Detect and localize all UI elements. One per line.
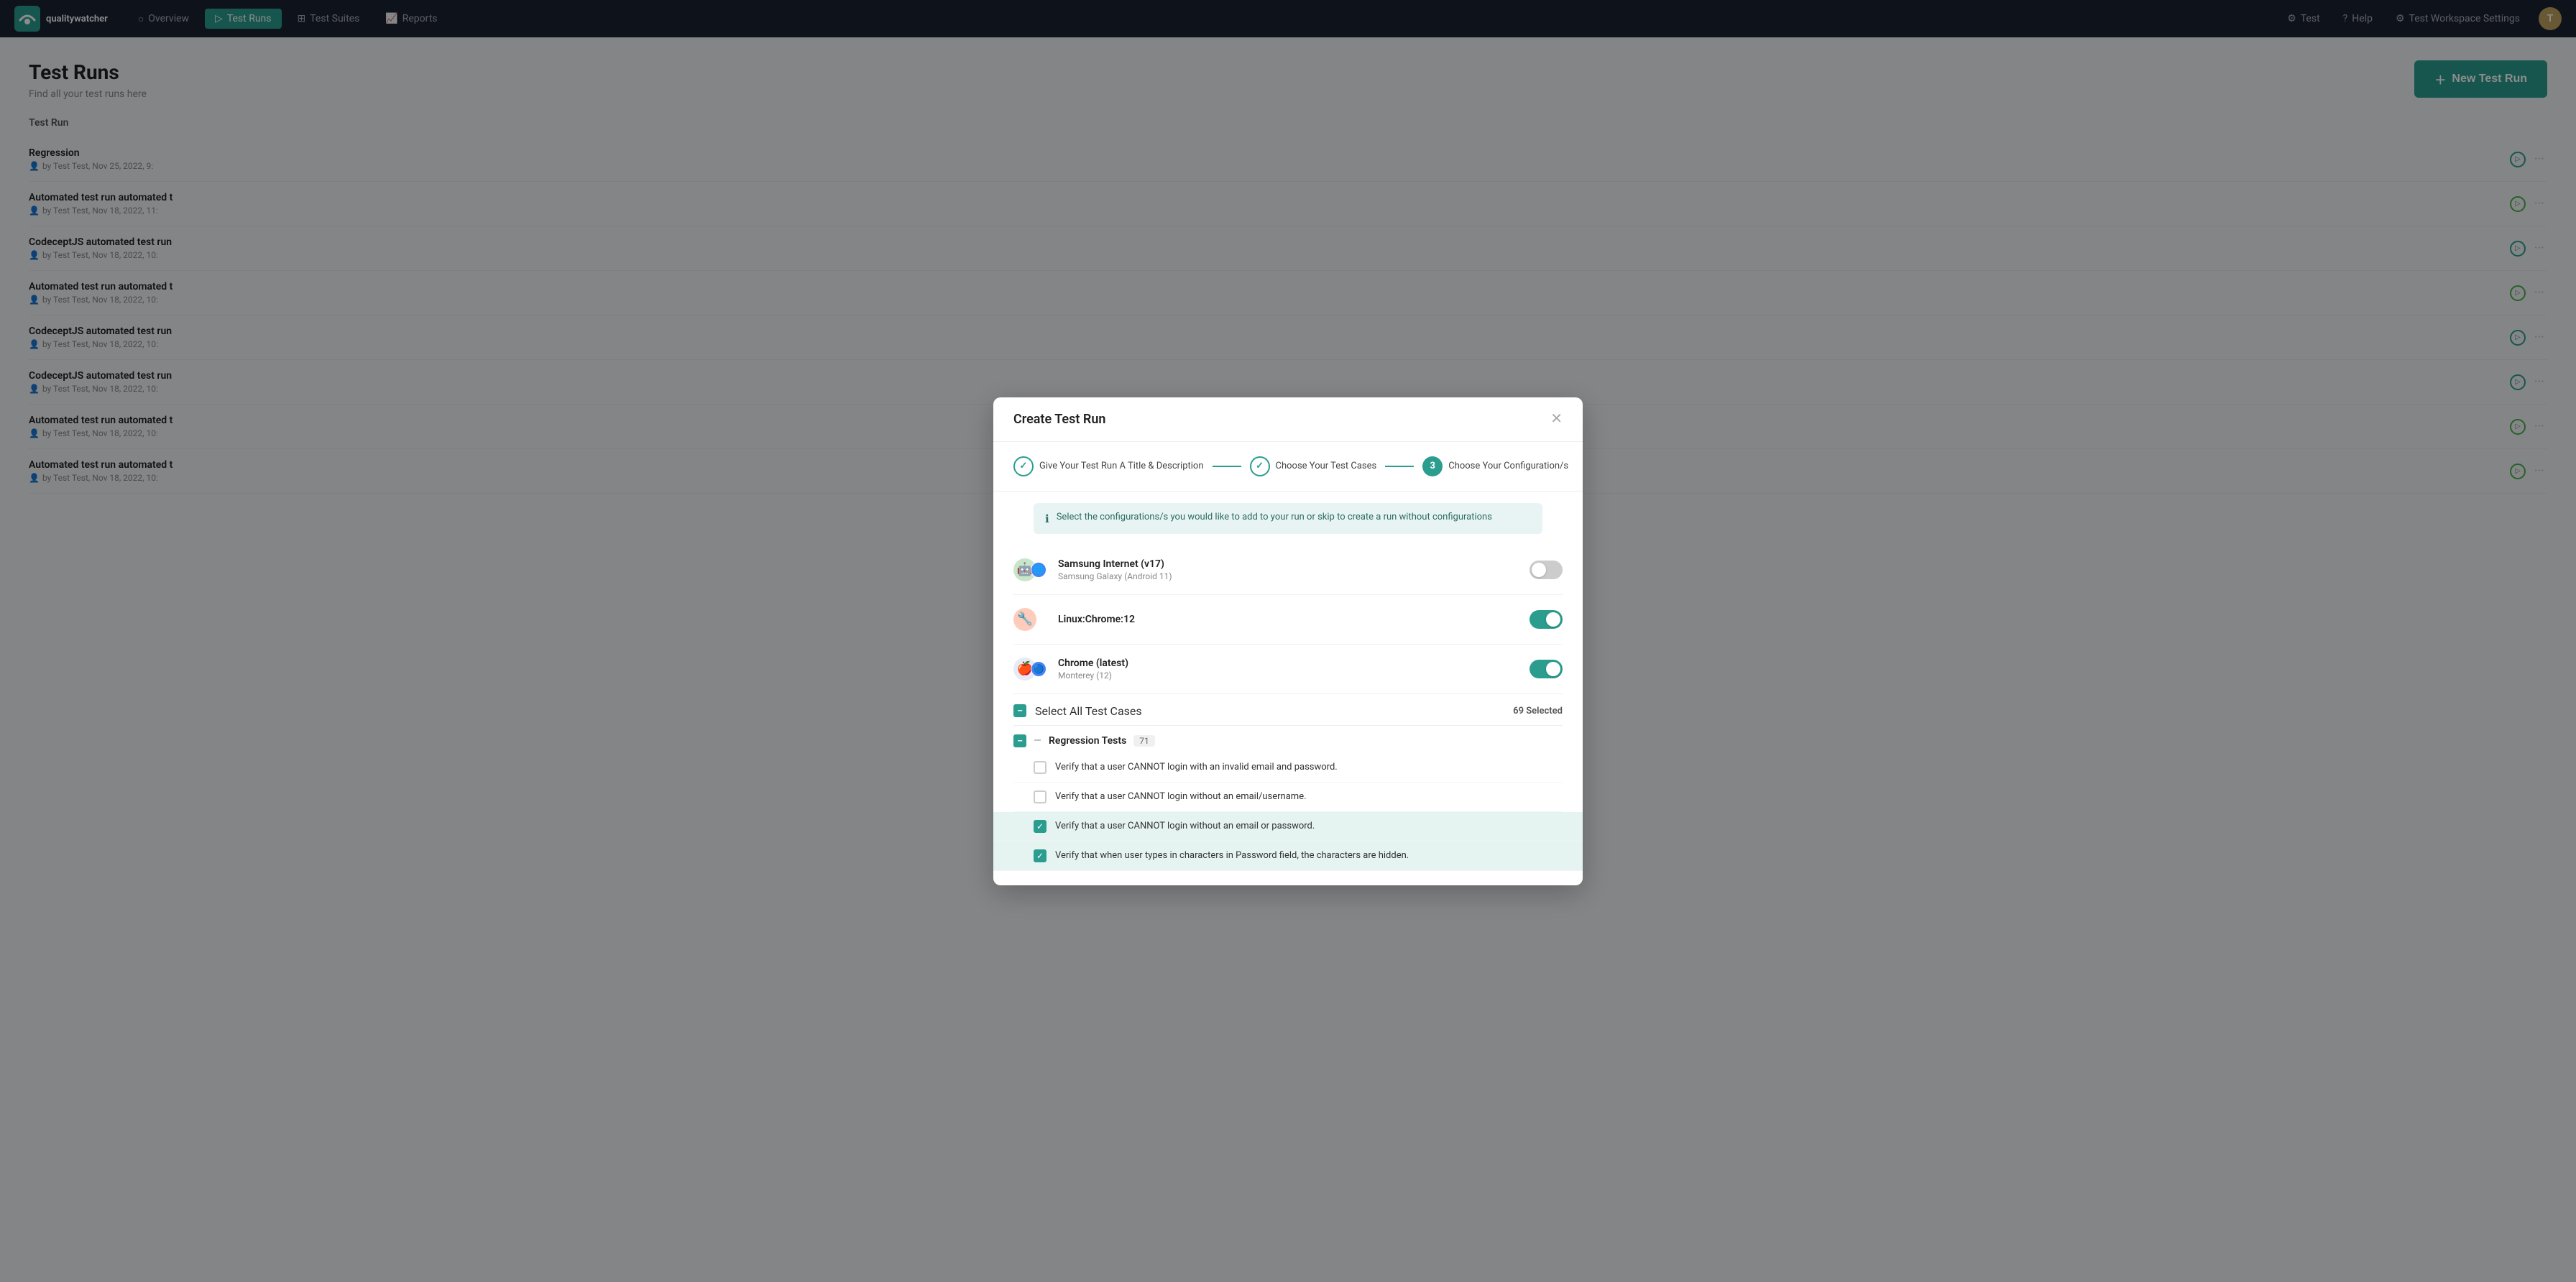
modal-header: Create Test Run ✕ bbox=[993, 397, 1583, 442]
select-all-row: – Select All Test Cases 69 Selected bbox=[1013, 694, 1563, 726]
group-checkbox[interactable]: – bbox=[1013, 734, 1026, 747]
config-icon-sub: 🔵 bbox=[1031, 661, 1046, 677]
modal-body: ℹ Select the configurations/s you would … bbox=[993, 492, 1583, 885]
step-1-label: Give Your Test Run A Title & Description bbox=[1039, 461, 1204, 471]
config-name: Chrome (latest) bbox=[1058, 658, 1519, 669]
config-toggle[interactable] bbox=[1530, 610, 1563, 629]
config-toggle[interactable] bbox=[1530, 660, 1563, 678]
config-name: Samsung Internet (v17) bbox=[1058, 558, 1519, 570]
step-2-label: Choose Your Test Cases bbox=[1276, 461, 1377, 471]
info-icon: ℹ bbox=[1045, 512, 1049, 525]
config-icon-main: 🔧 bbox=[1013, 608, 1036, 631]
config-icons: 🍎 🔵 bbox=[1013, 658, 1048, 681]
step-1: ✓ Give Your Test Run A Title & Descripti… bbox=[1013, 456, 1204, 476]
test-case-text: Verify that when user types in character… bbox=[1055, 850, 1409, 861]
test-case-row[interactable]: ✓ Verify that a user CANNOT login withou… bbox=[993, 812, 1583, 841]
test-case-row[interactable]: ✓ Verify that when user types in charact… bbox=[993, 841, 1583, 871]
test-case-checkbox[interactable]: ✓ bbox=[1034, 849, 1046, 862]
collapse-icon[interactable]: — bbox=[1034, 735, 1041, 747]
config-icons: 🤖 🌐 bbox=[1013, 558, 1048, 581]
step-3: 3 Choose Your Configuration/s bbox=[1422, 456, 1568, 476]
config-item: 🍎 🔵 Chrome (latest) Monterey (12) bbox=[1013, 645, 1563, 694]
test-groups: – — Regression Tests 71 Verify that a us… bbox=[1013, 726, 1563, 871]
config-info: Chrome (latest) Monterey (12) bbox=[1058, 658, 1519, 681]
step-connector-1 bbox=[1213, 466, 1241, 467]
selected-count: 69 Selected bbox=[1513, 706, 1563, 716]
modal-title: Create Test Run bbox=[1013, 412, 1105, 427]
test-case-text: Verify that a user CANNOT login without … bbox=[1055, 791, 1307, 802]
test-case-row[interactable]: Verify that a user CANNOT login without … bbox=[1013, 783, 1563, 812]
config-info: Samsung Internet (v17) Samsung Galaxy (A… bbox=[1058, 558, 1519, 581]
config-item: 🤖 🌐 Samsung Internet (v17) Samsung Galax… bbox=[1013, 545, 1563, 595]
test-case-text: Verify that a user CANNOT login without … bbox=[1055, 821, 1315, 831]
step-2-circle: ✓ bbox=[1250, 456, 1270, 476]
test-case-checkbox[interactable] bbox=[1034, 761, 1046, 774]
toggle-slider bbox=[1530, 660, 1563, 678]
test-case-row[interactable]: Verify that a user CANNOT login with an … bbox=[1013, 753, 1563, 783]
group-count: 71 bbox=[1133, 735, 1155, 747]
select-all-label: Select All Test Cases bbox=[1035, 704, 1142, 718]
config-name: Linux:Chrome:12 bbox=[1058, 614, 1519, 625]
stepper: ✓ Give Your Test Run A Title & Descripti… bbox=[993, 442, 1583, 492]
toggle-slider bbox=[1530, 561, 1563, 579]
test-case-checkbox[interactable] bbox=[1034, 790, 1046, 803]
step-connector-2 bbox=[1385, 466, 1414, 467]
config-sub: Monterey (12) bbox=[1058, 670, 1519, 681]
config-item: 🔧 Linux:Chrome:12 bbox=[1013, 595, 1563, 645]
step-3-label: Choose Your Configuration/s bbox=[1448, 461, 1568, 471]
config-toggle[interactable] bbox=[1530, 561, 1563, 579]
select-all-checkbox[interactable]: – bbox=[1013, 704, 1026, 717]
modal-overlay[interactable]: Create Test Run ✕ ✓ Give Your Test Run A… bbox=[0, 0, 2576, 1282]
info-text: Select the configurations/s you would li… bbox=[1057, 512, 1492, 522]
config-info: Linux:Chrome:12 bbox=[1058, 614, 1519, 625]
create-test-run-modal: Create Test Run ✕ ✓ Give Your Test Run A… bbox=[993, 397, 1583, 885]
step-3-circle: 3 bbox=[1422, 456, 1443, 476]
test-case-text: Verify that a user CANNOT login with an … bbox=[1055, 762, 1338, 773]
close-button[interactable]: ✕ bbox=[1550, 412, 1563, 426]
config-icon-sub: 🌐 bbox=[1031, 562, 1046, 578]
toggle-slider bbox=[1530, 610, 1563, 629]
config-list: 🤖 🌐 Samsung Internet (v17) Samsung Galax… bbox=[1013, 545, 1563, 694]
test-case-checkbox[interactable]: ✓ bbox=[1034, 820, 1046, 833]
group-header: – — Regression Tests 71 bbox=[1013, 726, 1563, 753]
config-sub: Samsung Galaxy (Android 11) bbox=[1058, 571, 1519, 581]
group-label: Regression Tests bbox=[1049, 735, 1126, 747]
step-1-circle: ✓ bbox=[1013, 456, 1034, 476]
info-box: ℹ Select the configurations/s you would … bbox=[1034, 503, 1542, 534]
config-icons: 🔧 bbox=[1013, 608, 1048, 631]
step-2: ✓ Choose Your Test Cases bbox=[1250, 456, 1377, 476]
